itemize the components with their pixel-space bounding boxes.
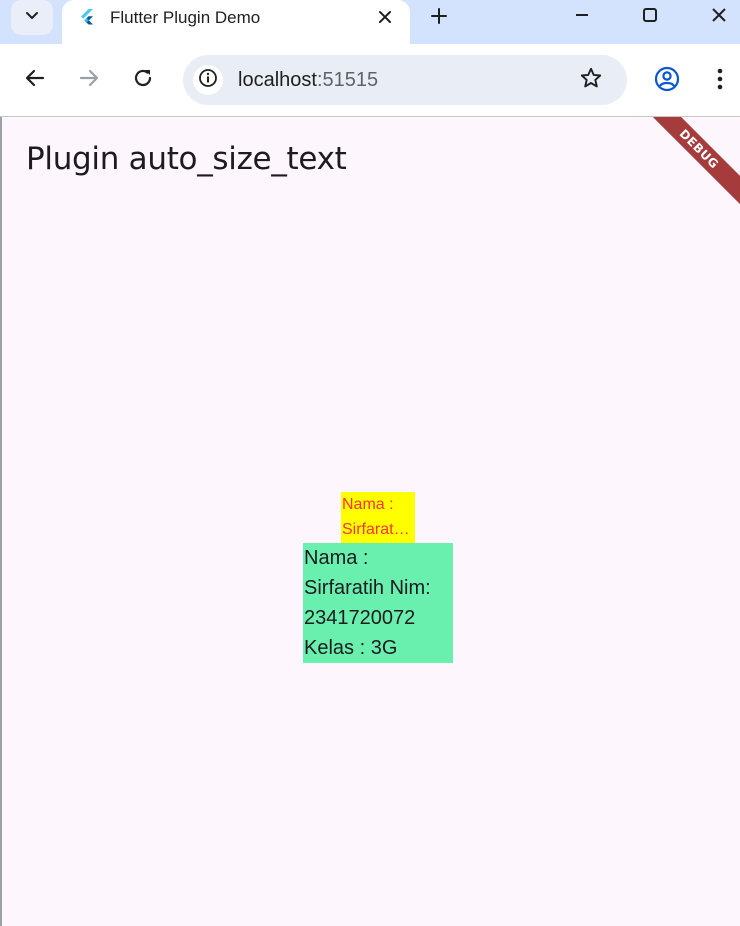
maximize-button[interactable]: [635, 4, 665, 30]
url-host: localhost: [238, 69, 317, 91]
browser-menu-button[interactable]: [708, 66, 732, 96]
tab-active[interactable]: Flutter Plugin Demo: [62, 0, 410, 44]
auto-size-text: Nama : Sirfarat…: [341, 492, 415, 542]
auto-size-text-container: Nama : Sirfarat…: [341, 492, 415, 543]
url-text[interactable]: localhost:51515: [238, 69, 378, 91]
site-info-button[interactable]: [193, 65, 223, 95]
close-icon[interactable]: [374, 6, 396, 28]
page-title: Plugin auto_size_text: [26, 141, 347, 177]
minimize-button[interactable]: [567, 4, 597, 30]
flutter-icon: [78, 8, 96, 26]
info-text-line: Sirfaratih Nim:: [304, 577, 431, 599]
info-icon: [198, 68, 218, 93]
star-icon: [579, 66, 603, 95]
plus-icon: [430, 7, 448, 30]
minimize-icon: [574, 7, 590, 28]
chevron-down-icon: [24, 7, 40, 28]
forward-button[interactable]: [75, 66, 103, 94]
debug-banner: DEBUG: [631, 117, 740, 217]
profile-icon: [654, 66, 680, 97]
auto-size-text-line: Sirfarat…: [342, 521, 410, 538]
tab-title: Flutter Plugin Demo: [110, 8, 261, 27]
window-close-button[interactable]: [704, 4, 734, 30]
bookmark-button[interactable]: [578, 67, 604, 93]
browser-window: Flutter Plugin Demo localhost:51515 Plug…: [0, 0, 740, 926]
tab-search-button[interactable]: [11, 0, 53, 35]
auto-size-text-line: Nama :: [342, 496, 394, 513]
info-text-line: Kelas : 3G: [304, 637, 398, 659]
info-text-container: Nama : Sirfaratih Nim: 2341720072 Kelas …: [303, 543, 453, 663]
info-text-line: 2341720072: [304, 607, 416, 629]
info-text-line: Nama :: [304, 547, 369, 569]
more-vert-icon: [717, 67, 723, 96]
arrow-right-icon: [78, 67, 100, 94]
close-icon: [711, 7, 727, 28]
reload-icon: [132, 67, 154, 94]
app-page: Plugin auto_size_text DEBUG Nama : Sirfa…: [0, 117, 740, 926]
browser-toolbar: localhost:51515: [0, 44, 740, 117]
profile-button[interactable]: [652, 66, 682, 96]
back-button[interactable]: [21, 66, 49, 94]
arrow-left-icon: [24, 67, 46, 94]
reload-button[interactable]: [129, 66, 157, 94]
tab-strip: Flutter Plugin Demo: [0, 0, 740, 44]
url-port: :51515: [316, 69, 379, 91]
address-bar[interactable]: localhost:51515: [183, 55, 627, 105]
new-tab-button[interactable]: [426, 5, 452, 31]
maximize-icon: [642, 7, 658, 28]
